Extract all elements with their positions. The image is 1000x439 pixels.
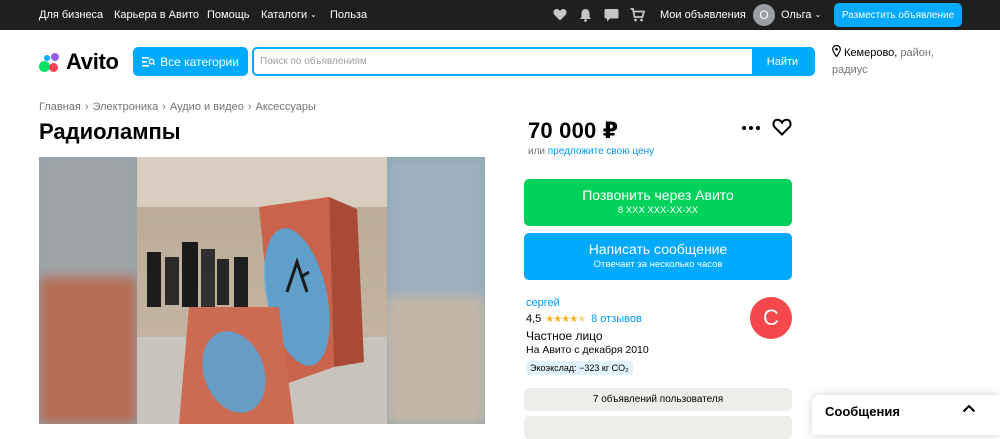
offer-price-link[interactable]: предложите свою цену: [548, 146, 654, 157]
my-ads-link[interactable]: Мои объявления: [660, 9, 746, 21]
page-title: Радиолампы: [39, 119, 181, 144]
chevron-down-icon: ⌄: [814, 10, 822, 19]
seller-name-link[interactable]: сергей: [526, 297, 560, 309]
rating-value: 4,5: [526, 313, 542, 325]
search-input[interactable]: [254, 49, 752, 74]
post-ad-button[interactable]: Разместить объявление: [834, 3, 962, 27]
chevron-down-icon: ⌄: [310, 10, 317, 19]
seller-avatar[interactable]: С: [750, 297, 792, 339]
search-bar: Найти: [252, 47, 815, 76]
logo-text: Avito: [66, 49, 119, 74]
avito-logo[interactable]: Avito: [39, 49, 119, 75]
seller-listings-button[interactable]: 7 объявлений пользователя: [524, 388, 792, 411]
breadcrumb-electronics[interactable]: Электроника: [93, 101, 159, 113]
messages-popup-label: Сообщения: [825, 404, 900, 419]
breadcrumb-audio-video[interactable]: Аудио и видео: [170, 101, 244, 113]
listing-photo-image: [39, 157, 485, 424]
user-menu[interactable]: Ольга ⌄: [781, 9, 821, 21]
more-options-icon[interactable]: [742, 121, 760, 135]
benefit-link[interactable]: Польза: [330, 9, 367, 21]
reviews-link[interactable]: 8 отзывов: [591, 313, 642, 325]
breadcrumb-home[interactable]: Главная: [39, 101, 81, 113]
logo-dots-icon: [39, 51, 63, 73]
call-button[interactable]: Позвонить через Авито 8 XXX XXX-XX-XX: [524, 179, 792, 226]
write-message-button[interactable]: Написать сообщение Отвечает за несколько…: [524, 233, 792, 280]
price-offer: или предложите свою цену: [528, 146, 654, 157]
location-pin-icon: [832, 44, 841, 58]
user-name: Ольга: [781, 9, 812, 21]
chat-icon[interactable]: [604, 8, 619, 22]
listing-photo[interactable]: [39, 157, 485, 424]
call-button-label: Позвонить через Авито: [582, 187, 734, 203]
cart-icon[interactable]: [630, 8, 645, 22]
seller-type: Частное лицо: [526, 329, 603, 343]
star-rating-icon: ★★★★★: [545, 313, 586, 325]
chevron-up-icon[interactable]: [962, 404, 976, 413]
write-message-label: Написать сообщение: [588, 241, 728, 257]
help-link[interactable]: Помощь: [207, 9, 250, 21]
business-link[interactable]: Для бизнеса: [39, 9, 103, 21]
response-time: Отвечает за несколько часов: [593, 259, 723, 270]
location-city: Кемерово,: [844, 47, 898, 59]
all-categories-button[interactable]: Все категории: [133, 47, 248, 76]
price: 70 000 ₽: [528, 118, 619, 143]
category-list-icon: [142, 56, 156, 67]
bell-icon[interactable]: [579, 8, 592, 22]
seller-rating: 4,5 ★★★★★ 8 отзывов: [526, 313, 642, 325]
breadcrumb-accessories[interactable]: Аксессуары: [256, 101, 316, 113]
phone-number: 8 XXX XXX-XX-XX: [617, 205, 699, 216]
price-or-label: или: [528, 146, 548, 157]
heart-icon[interactable]: [553, 8, 567, 21]
catalogs-label: Каталоги: [261, 9, 308, 21]
breadcrumb: Главная › Электроника › Аудио и видео › Аксесс…: [39, 101, 316, 113]
top-navigation-bar: Для бизнеса Карьера в Авито Помощь Катал…: [0, 0, 1000, 30]
seller-since: На Авито с декабря 2010: [526, 344, 649, 356]
catalogs-link[interactable]: Каталоги ⌄: [261, 9, 317, 21]
eco-badge[interactable]: Экоэкслад: −323 кг CO₂: [526, 361, 633, 375]
career-link[interactable]: Карьера в Авито: [114, 9, 199, 21]
messages-popup[interactable]: Сообщения: [812, 395, 1000, 435]
favorite-heart-icon[interactable]: [772, 118, 792, 136]
user-avatar[interactable]: О: [753, 4, 775, 26]
search-button[interactable]: Найти: [752, 49, 813, 74]
all-categories-label: Все категории: [160, 54, 239, 69]
subscribe-button[interactable]: [524, 416, 792, 439]
location-selector[interactable]: Кемерово, район, радиус: [832, 44, 942, 79]
